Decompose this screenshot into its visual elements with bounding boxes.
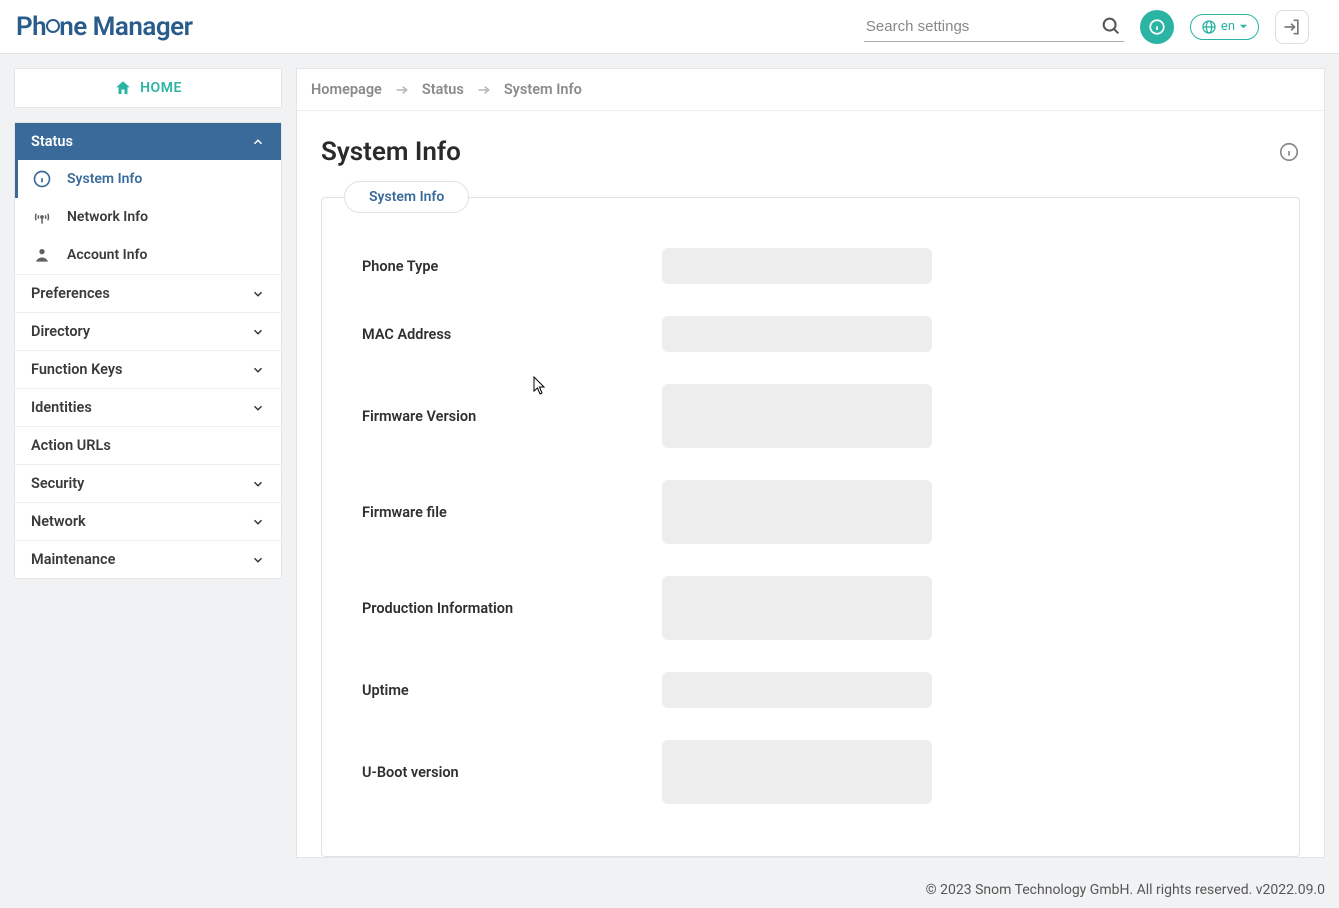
- field-value: [662, 248, 932, 284]
- antenna-icon: [31, 207, 53, 227]
- nav-sub-status: System Info Network Info Account Info: [15, 160, 281, 275]
- language-selector[interactable]: en: [1190, 14, 1259, 40]
- field-label: Production Information: [362, 600, 642, 617]
- nav-item-system-info[interactable]: System Info: [15, 160, 281, 198]
- field-value: [662, 672, 932, 708]
- nav-item-network-info[interactable]: Network Info: [15, 198, 281, 236]
- language-label: en: [1221, 19, 1235, 34]
- logout-button[interactable]: [1275, 10, 1309, 44]
- field-label: MAC Address: [362, 326, 642, 343]
- search-input[interactable]: [866, 18, 1100, 35]
- nav-section-label: Maintenance: [31, 551, 115, 568]
- person-icon: [31, 245, 53, 265]
- page-title: System Info: [321, 137, 461, 167]
- info-icon[interactable]: [1278, 141, 1300, 163]
- info-icon: [31, 169, 53, 189]
- field-row: Firmware Version: [362, 384, 1259, 448]
- nav-section-label: Preferences: [31, 285, 110, 302]
- nav-section-label: Network: [31, 513, 86, 530]
- chevron-down-icon: [251, 477, 265, 491]
- field-row: MAC Address: [362, 316, 1259, 352]
- nav-section-label: Status: [31, 133, 73, 150]
- field-label: Firmware Version: [362, 408, 642, 425]
- field-label: Uptime: [362, 682, 642, 699]
- nav-section-preferences[interactable]: Preferences: [15, 275, 281, 313]
- sidebar: HOME Status System Info: [14, 68, 282, 579]
- nav-section-label: Function Keys: [31, 361, 123, 378]
- footer-copyright: © 2023 Snom Technology GmbH. All rights …: [0, 872, 1339, 908]
- chevron-down-icon: [251, 325, 265, 339]
- system-info-panel: System Info Phone TypeMAC AddressFirmwar…: [321, 197, 1300, 857]
- nav-item-label: Network Info: [67, 209, 148, 225]
- nav-section-label: Identities: [31, 399, 92, 416]
- nav-item-account-info[interactable]: Account Info: [15, 236, 281, 274]
- breadcrumb-status[interactable]: Status: [422, 81, 464, 98]
- breadcrumb-current: System Info: [504, 81, 582, 98]
- field-label: Firmware file: [362, 504, 642, 521]
- chevron-down-icon: [251, 553, 265, 567]
- arrow-right-icon: [394, 82, 410, 98]
- breadcrumb-home[interactable]: Homepage: [311, 81, 382, 98]
- nav-section-identities[interactable]: Identities: [15, 389, 281, 427]
- chevron-up-icon: [251, 135, 265, 149]
- tab-system-info[interactable]: System Info: [344, 181, 469, 213]
- chevron-down-icon: [251, 363, 265, 377]
- app-logo: Phne Manager: [16, 12, 193, 42]
- nav-section-function-keys[interactable]: Function Keys: [15, 351, 281, 389]
- nav-section-label: Security: [31, 475, 84, 492]
- help-button[interactable]: [1140, 10, 1174, 44]
- nav-section-label: Action URLs: [31, 437, 111, 454]
- header-actions: en: [864, 10, 1309, 44]
- field-label: U-Boot version: [362, 764, 642, 781]
- field-label: Phone Type: [362, 258, 642, 275]
- home-label: HOME: [140, 80, 182, 96]
- nav-item-label: System Info: [67, 171, 142, 187]
- chevron-down-icon: [251, 401, 265, 415]
- home-icon: [114, 79, 132, 97]
- chevron-down-icon: [251, 515, 265, 529]
- field-value: [662, 740, 932, 804]
- nav-section-label: Directory: [31, 323, 90, 340]
- nav-item-label: Account Info: [67, 247, 147, 263]
- breadcrumb: Homepage Status System Info: [297, 69, 1324, 111]
- globe-icon: [1201, 19, 1217, 35]
- field-row: Uptime: [362, 672, 1259, 708]
- field-value: [662, 480, 932, 544]
- field-value: [662, 384, 932, 448]
- home-button[interactable]: HOME: [14, 68, 282, 108]
- nav-section-action-urls[interactable]: Action URLs: [15, 427, 281, 465]
- main-content: Homepage Status System Info System Info …: [296, 68, 1325, 858]
- nav-section-maintenance[interactable]: Maintenance: [15, 541, 281, 578]
- nav: Status System Info Network Info: [14, 122, 282, 579]
- field-row: U-Boot version: [362, 740, 1259, 804]
- field-row: Production Information: [362, 576, 1259, 640]
- field-row: Firmware file: [362, 480, 1259, 544]
- chevron-down-icon: [251, 287, 265, 301]
- nav-section-security[interactable]: Security: [15, 465, 281, 503]
- nav-section-status[interactable]: Status: [15, 123, 281, 160]
- search-icon[interactable]: [1100, 15, 1122, 37]
- field-row: Phone Type: [362, 248, 1259, 284]
- field-value: [662, 316, 932, 352]
- nav-section-network[interactable]: Network: [15, 503, 281, 541]
- caret-down-icon: [1239, 22, 1248, 31]
- search-container: [864, 11, 1124, 42]
- nav-section-directory[interactable]: Directory: [15, 313, 281, 351]
- header: Phne Manager en: [0, 0, 1339, 54]
- arrow-right-icon: [476, 82, 492, 98]
- field-value: [662, 576, 932, 640]
